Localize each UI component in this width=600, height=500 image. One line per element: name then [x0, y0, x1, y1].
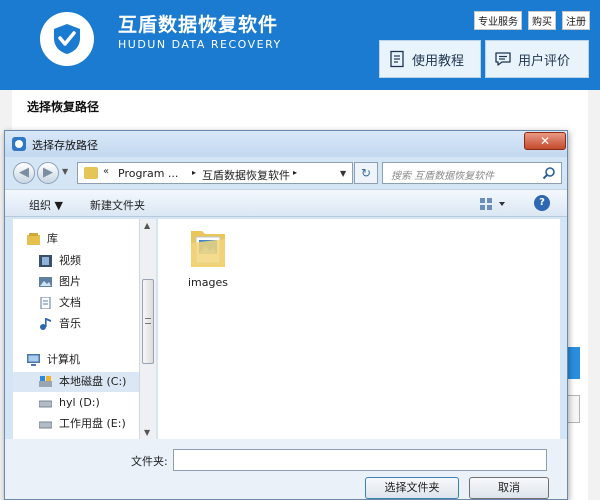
app-title: 互盾数据恢复软件	[118, 14, 279, 36]
select-folder-button[interactable]: 选择文件夹	[365, 477, 459, 499]
search-icon	[542, 167, 555, 180]
nav-item-drive-c[interactable]: 本地磁盘 (C:)	[13, 372, 139, 392]
scroll-down-icon[interactable]: ▼	[144, 428, 150, 437]
folder-input[interactable]	[173, 449, 547, 471]
cancel-button[interactable]: 取消	[469, 477, 549, 499]
nav-item-video[interactable]: 视频	[13, 251, 139, 271]
search-placeholder: 搜索 互盾数据恢复软件	[391, 171, 495, 182]
refresh-button[interactable]: ↻	[354, 162, 378, 184]
register-link[interactable]: 注册	[562, 11, 590, 30]
picture-icon	[39, 277, 52, 287]
close-button[interactable]: ✕	[524, 132, 566, 150]
file-list-pane: images	[158, 219, 560, 439]
breadcrumb-separator[interactable]: ▸	[293, 168, 297, 177]
navigation-pane: 库 视频 图片 文档 音乐 计算机 本地磁盘 (C:) hyl (D:) 工作用…	[13, 219, 139, 439]
logo	[40, 12, 94, 66]
back-arrow-icon: ◀	[19, 165, 29, 180]
refresh-icon: ↻	[360, 166, 372, 180]
search-input[interactable]: 搜索 互盾数据恢复软件	[382, 162, 562, 184]
dialog-titlebar[interactable]: 选择存放路径 ✕	[5, 131, 567, 157]
buy-link[interactable]: 购买	[528, 11, 556, 30]
dialog-app-icon	[12, 137, 26, 151]
scroll-up-icon[interactable]: ▲	[144, 221, 150, 230]
library-icon	[27, 233, 40, 245]
app-secondary-button-edge[interactable]	[566, 395, 580, 423]
document-icon	[390, 50, 404, 68]
pro-service-link[interactable]: 专业服务	[474, 11, 522, 30]
video-icon	[39, 255, 52, 267]
music-icon	[40, 318, 51, 330]
dialog-toolbar: 组织 ▼ 新建文件夹 ?	[5, 189, 567, 217]
nav-item-library[interactable]: 库	[13, 229, 139, 249]
address-overflow-chevron[interactable]: «	[103, 166, 109, 177]
computer-icon	[27, 354, 40, 366]
breadcrumb-program[interactable]: Program ...	[118, 167, 178, 180]
reviews-button[interactable]: 用户评价	[485, 40, 589, 78]
nav-label: hyl (D:)	[59, 396, 100, 409]
navigation-scrollbar[interactable]: ▲ ▼	[139, 219, 156, 439]
shield-check-icon	[54, 24, 80, 54]
address-row: ◀ ▶ ▼ « Program ... ▸ 互盾数据恢复软件 ▸ ▼ ↻ 搜索 …	[5, 159, 567, 187]
organize-menu[interactable]: 组织 ▼	[29, 197, 63, 213]
nav-label: 本地磁盘 (C:)	[59, 375, 127, 388]
comment-icon	[495, 52, 511, 66]
app-subtitle: HUDUN DATA RECOVERY	[118, 38, 282, 51]
nav-label: 文档	[59, 296, 81, 309]
folder-label: 文件夹:	[131, 455, 168, 468]
scrollbar-thumb[interactable]	[142, 279, 154, 364]
back-button[interactable]: ◀	[13, 162, 35, 184]
dialog-footer: 文件夹: 选择文件夹 取消	[5, 439, 567, 499]
grip-icon	[145, 318, 151, 324]
nav-label: 工作用盘 (E:)	[59, 417, 126, 430]
nav-label: 视频	[59, 254, 81, 267]
drive-icon	[39, 421, 52, 429]
breadcrumb-hudun[interactable]: 互盾数据恢复软件	[202, 167, 290, 183]
nav-item-music[interactable]: 音乐	[13, 314, 139, 334]
document-icon	[40, 297, 51, 309]
app-primary-button-edge[interactable]	[566, 347, 580, 379]
panel-title: 选择恢复路径	[27, 100, 100, 114]
forward-button[interactable]: ▶	[37, 162, 59, 184]
nav-item-computer[interactable]: 计算机	[13, 350, 139, 370]
breadcrumb-separator[interactable]: ▸	[192, 168, 196, 177]
view-options-icon[interactable]	[478, 196, 508, 212]
select-folder-dialog: 选择存放路径 ✕ ◀ ▶ ▼ « Program ... ▸ 互盾数据恢复软件 …	[4, 130, 568, 500]
dialog-title: 选择存放路径	[32, 139, 98, 152]
nav-label: 音乐	[59, 317, 81, 330]
drive-icon	[39, 400, 52, 408]
new-folder-button[interactable]: 新建文件夹	[90, 197, 145, 213]
folder-icon	[191, 231, 225, 267]
address-dropdown-icon[interactable]: ▼	[340, 169, 346, 178]
nav-label: 图片	[59, 275, 81, 288]
app-header: 互盾数据恢复软件 HUDUN DATA RECOVERY 专业服务 购买 注册 …	[0, 0, 600, 90]
tutorial-button[interactable]: 使用教程	[379, 40, 481, 78]
tutorial-label: 使用教程	[412, 53, 465, 69]
folder-icon	[84, 167, 98, 179]
nav-item-drive-e[interactable]: 工作用盘 (E:)	[13, 414, 139, 434]
file-item-images[interactable]: images	[183, 225, 233, 289]
reviews-label: 用户评价	[518, 53, 571, 69]
drive-icon	[39, 376, 52, 387]
nav-item-documents[interactable]: 文档	[13, 293, 139, 313]
file-label: images	[188, 276, 228, 289]
nav-item-pictures[interactable]: 图片	[13, 272, 139, 292]
address-bar[interactable]: « Program ... ▸ 互盾数据恢复软件 ▸ ▼	[77, 162, 353, 184]
nav-item-drive-d[interactable]: hyl (D:)	[13, 393, 139, 413]
top-links: 专业服务 购买 注册	[474, 11, 590, 30]
help-icon[interactable]: ?	[534, 195, 550, 211]
forward-arrow-icon: ▶	[43, 165, 53, 180]
history-dropdown-icon[interactable]: ▼	[62, 167, 68, 176]
nav-label: 库	[47, 232, 58, 245]
nav-label: 计算机	[47, 353, 80, 366]
